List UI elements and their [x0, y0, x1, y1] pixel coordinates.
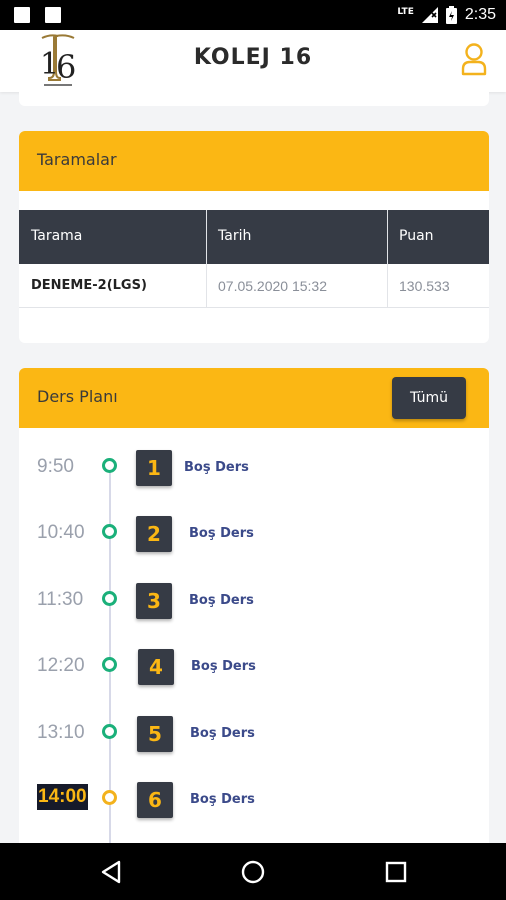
recents-square-icon[interactable]: [385, 861, 407, 883]
lesson-number: 2: [136, 516, 172, 552]
signal-icon: [421, 7, 438, 23]
back-triangle-icon[interactable]: [100, 860, 122, 884]
timeline-dot: [102, 458, 117, 473]
lesson-time: 11:30: [37, 589, 84, 610]
page-title: KOLEJ 16: [193, 45, 313, 70]
app-header: 1 6 KOLEJ 16: [0, 30, 506, 92]
ders-plani-card: Ders Planı Tümü 9:50 1 Boş Ders 10:40 2 …: [19, 368, 489, 848]
cell-tarih: 07.05.2020 15:32: [218, 278, 327, 294]
lesson-number: 5: [137, 716, 173, 752]
card-title: Ders Planı: [37, 387, 118, 406]
lesson-item[interactable]: 9:50 1 Boş Ders: [19, 450, 489, 496]
navigation-bar: [0, 843, 506, 900]
timeline-dot: [102, 724, 117, 739]
column-header: Tarama: [31, 228, 83, 244]
lesson-item-current[interactable]: 14:00 6 Boş Ders: [19, 782, 489, 828]
timeline-dot: [102, 657, 117, 672]
column-header: Tarih: [218, 228, 252, 244]
table-header: Tarama Tarih Puan: [19, 210, 489, 264]
lesson-number: 4: [138, 649, 174, 685]
timeline-dot: [102, 790, 117, 805]
cell-puan: 130.533: [399, 278, 450, 294]
lesson-subject: Boş Ders: [184, 460, 249, 475]
previous-card: [19, 86, 489, 106]
lesson-number: 1: [136, 450, 172, 486]
lesson-item[interactable]: 13:10 5 Boş Ders: [19, 716, 489, 762]
lesson-subject: Boş Ders: [191, 659, 256, 674]
notification-icon: [45, 7, 61, 23]
table-row[interactable]: DENEME-2(LGS) 07.05.2020 15:32 130.533: [19, 264, 489, 308]
lesson-time: 13:10: [37, 722, 85, 743]
battery-icon: [445, 6, 457, 24]
taramalar-card: Taramalar Tarama Tarih Puan DENEME-2(LGS…: [19, 131, 489, 343]
lesson-time: 9:50: [37, 456, 74, 477]
timeline-dot: [102, 524, 117, 539]
lesson-subject: Boş Ders: [190, 726, 255, 741]
taramalar-header: Taramalar: [19, 131, 489, 191]
lesson-time: 14:00: [37, 784, 88, 810]
lesson-item[interactable]: 12:20 4 Boş Ders: [19, 649, 489, 695]
user-icon[interactable]: [460, 42, 488, 76]
timeline-dot: [102, 591, 117, 606]
lesson-subject: Boş Ders: [189, 593, 254, 608]
lesson-number: 3: [136, 583, 172, 619]
all-button[interactable]: Tümü: [392, 377, 466, 419]
notification-icon: [14, 7, 30, 23]
clock: 2:35: [464, 6, 496, 23]
lesson-number: 6: [137, 782, 173, 818]
ders-plani-header: Ders Planı Tümü: [19, 368, 489, 428]
lesson-item[interactable]: 10:40 2 Boş Ders: [19, 516, 489, 562]
lesson-subject: Boş Ders: [189, 526, 254, 541]
lesson-time: 12:20: [37, 655, 85, 676]
network-type: LTE: [397, 7, 414, 17]
status-bar: LTE 2:35: [0, 0, 506, 30]
home-circle-icon[interactable]: [241, 860, 265, 884]
lesson-item[interactable]: 11:30 3 Boş Ders: [19, 583, 489, 629]
lesson-subject: Boş Ders: [190, 792, 255, 807]
cell-tarama: DENEME-2(LGS): [31, 278, 147, 293]
column-header: Puan: [399, 228, 434, 244]
lesson-time: 10:40: [37, 522, 85, 543]
card-title: Taramalar: [37, 150, 117, 169]
